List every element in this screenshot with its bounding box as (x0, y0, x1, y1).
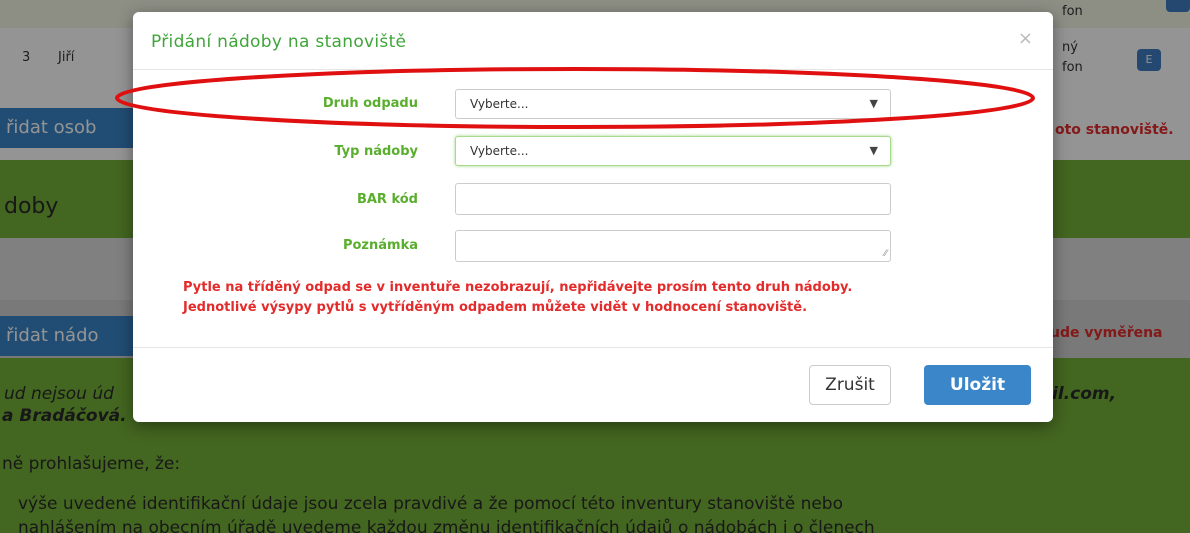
cancel-button[interactable]: Zrušit (809, 365, 891, 405)
barcode-label: BAR kód (356, 192, 418, 207)
warning-line-2: Jednotlivé výsypy pytlů s vytříděným odp… (183, 300, 808, 315)
add-container-modal: Přidání nádoby na stanoviště × Druh odpa… (133, 12, 1053, 422)
waste-type-select[interactable]: Vyberte... ▼ (455, 89, 891, 119)
modal-footer: Zrušit Uložit (133, 347, 1053, 422)
chevron-down-icon: ▼ (869, 97, 878, 110)
note-label: Poznámka (342, 238, 418, 253)
container-type-selected: Vyberte... (470, 144, 529, 158)
container-type-label: Typ nádoby (334, 144, 418, 159)
modal-header: Přidání nádoby na stanoviště × (133, 12, 1053, 70)
modal-title: Přidání nádoby na stanoviště (151, 32, 407, 52)
note-textarea[interactable]: ⁄⁄ (455, 230, 891, 262)
container-type-select[interactable]: Vyberte... ▼ (455, 136, 891, 166)
save-button[interactable]: Uložit (924, 365, 1031, 405)
resize-grip-icon[interactable]: ⁄⁄ (884, 249, 887, 259)
warning-line-1: Pytle na tříděný odpad se v inventuře ne… (183, 280, 853, 295)
chevron-down-icon: ▼ (869, 144, 878, 157)
close-icon[interactable]: × (1018, 28, 1033, 49)
waste-type-selected: Vyberte... (470, 97, 529, 111)
waste-type-label: Druh odpadu (322, 96, 418, 111)
barcode-input[interactable] (455, 183, 891, 215)
